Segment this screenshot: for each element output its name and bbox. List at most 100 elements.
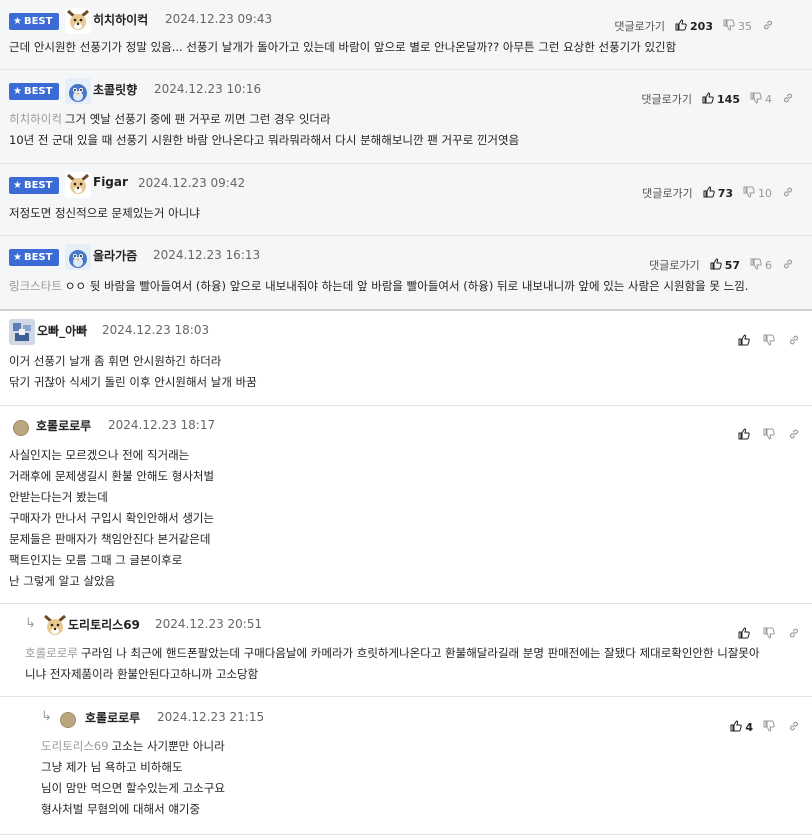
star-icon: ★ bbox=[13, 180, 22, 191]
comment-line: 구매자가 만나서 구입시 확인안해서 생기는 bbox=[9, 511, 215, 525]
downvote-button[interactable] bbox=[763, 334, 778, 349]
link-button[interactable] bbox=[788, 720, 800, 735]
thumbs-up-icon bbox=[702, 91, 714, 107]
author-name[interactable]: 오빠_아빠 bbox=[37, 322, 87, 339]
link-button[interactable] bbox=[788, 428, 800, 443]
comment-line: 난 그렇게 알고 살았음 bbox=[9, 574, 116, 588]
downvote-button[interactable] bbox=[763, 428, 778, 443]
link-button[interactable] bbox=[788, 627, 800, 642]
link-icon bbox=[782, 92, 794, 107]
author-name[interactable]: Figar bbox=[93, 175, 128, 189]
upvote-button[interactable]: 145 bbox=[702, 91, 740, 107]
comment-date: 2024.12.23 18:17 bbox=[108, 418, 216, 432]
link-icon bbox=[788, 334, 800, 349]
author-name[interactable]: 초콜릿향 bbox=[93, 81, 137, 98]
author-name[interactable]: 히치하이컥 bbox=[93, 11, 148, 28]
best-badge: ★ BEST bbox=[9, 177, 59, 194]
best-comment: ★ BEST 올라가즘 2024.12.23 16:13 댓글로가기 57 6 링크스타트 ㅇㅇ… bbox=[0, 236, 812, 311]
comment-actions: 댓글로가기 73 10 bbox=[638, 184, 794, 209]
thumbs-up-icon bbox=[738, 626, 750, 642]
mention-link[interactable]: 호롤로로루 bbox=[25, 646, 78, 660]
comment-line: 호롤로로루 구라임 나 최근에 핸드폰팔았는데 구매다음날에 카메라가 흐릿하게나… bbox=[25, 646, 760, 660]
downvote-button[interactable]: 6 bbox=[750, 258, 772, 273]
mention-link[interactable]: 링크스타트 bbox=[9, 279, 62, 293]
comment-actions bbox=[738, 426, 800, 444]
comment-header: ★ BEST 히치하이컥 2024.12.23 09:43 댓글로가기 203 35 bbox=[0, 8, 812, 42]
comment-date: 2024.12.23 21:15 bbox=[157, 710, 265, 724]
thumbs-up-icon bbox=[738, 427, 750, 443]
comment-body: 사실인지는 모르겠으나 전에 직거래는 거래후에 문제생길시 환불 안해도 형사처… bbox=[9, 445, 806, 592]
comment-line: 형사처벌 무혐의에 대해서 얘기중 bbox=[41, 802, 201, 816]
comment-header: 호롤로로루 2024.12.23 18:17 bbox=[0, 416, 812, 440]
comment: 호롤로로루 2024.12.23 18:17 사실인지는 모르겠으나 전에 직거래는… bbox=[0, 406, 812, 604]
upvote-button[interactable] bbox=[738, 626, 753, 642]
go-to-reply-link[interactable]: 댓글로가기 bbox=[611, 18, 665, 42]
link-icon bbox=[762, 19, 774, 34]
thumbs-up-icon bbox=[738, 333, 750, 349]
link-icon bbox=[788, 627, 800, 642]
upvote-button[interactable]: 73 bbox=[703, 185, 733, 201]
comment: 오빠_아빠 2024.12.23 18:03 이거 선풍기 날개 좀 휘면 안시원하… bbox=[0, 311, 812, 406]
comment-body: 링크스타트 ㅇㅇ 뒷 바람을 빨아들여서 (하융) 앞으로 내보내줘야 하는데 앞… bbox=[9, 276, 806, 297]
bird-avatar[interactable] bbox=[65, 244, 91, 270]
bird-avatar[interactable] bbox=[65, 78, 91, 104]
comment-body: 이거 선풍기 날개 좀 휘면 안시원하긴 하더라 닦기 귀찮아 식세기 돌린 이후… bbox=[9, 351, 806, 393]
dog-avatar[interactable] bbox=[42, 613, 68, 639]
dog-avatar[interactable] bbox=[65, 8, 91, 34]
comment-line: 히치하이컥 그거 옛날 선풍기 중에 팬 거꾸로 끼면 그런 경우 잇더라 bbox=[9, 112, 331, 126]
comment-header: 오빠_아빠 2024.12.23 18:03 bbox=[0, 319, 812, 346]
comment-list: ★ BEST 히치하이컥 2024.12.23 09:43 댓글로가기 203 35 근데 안… bbox=[0, 0, 812, 835]
comment-date: 2024.12.23 18:03 bbox=[102, 323, 210, 337]
downvote-button[interactable]: 10 bbox=[743, 186, 772, 201]
go-to-reply-link[interactable]: 댓글로가기 bbox=[638, 91, 692, 115]
upvote-button[interactable]: 203 bbox=[675, 18, 713, 34]
upvote-button[interactable]: 4 bbox=[730, 719, 753, 735]
go-to-reply-link[interactable]: 댓글로가기 bbox=[638, 185, 693, 209]
comment-body: 호롤로로루 구라임 나 최근에 핸드폰팔았는데 구매다음날에 카메라가 흐릿하게나… bbox=[25, 643, 806, 685]
mention-link[interactable]: 도리토리스69 bbox=[41, 739, 109, 753]
thumbs-up-icon bbox=[703, 185, 715, 201]
reply-arrow-icon: ↳ bbox=[41, 709, 52, 724]
upvote-button[interactable] bbox=[738, 333, 753, 349]
downvote-button[interactable] bbox=[763, 627, 778, 642]
upvote-button[interactable] bbox=[738, 427, 753, 443]
author-name[interactable]: 올라가즘 bbox=[93, 247, 137, 264]
mention-link[interactable]: 히치하이컥 bbox=[9, 112, 62, 126]
best-badge: ★ BEST bbox=[9, 83, 59, 100]
dog-avatar[interactable] bbox=[65, 172, 91, 198]
dot-avatar[interactable] bbox=[13, 420, 29, 436]
comment-date: 2024.12.23 09:43 bbox=[165, 12, 273, 26]
downvote-button[interactable]: 35 bbox=[723, 19, 752, 34]
upvote-button[interactable]: 57 bbox=[710, 257, 740, 273]
downvote-button[interactable] bbox=[763, 720, 778, 735]
comment-line: 근데 안시원한 선풍기가 정말 있음... 선풍기 날개가 돌아가고 있는데 바… bbox=[9, 40, 677, 54]
downvote-button[interactable]: 4 bbox=[750, 92, 772, 107]
link-button[interactable] bbox=[762, 19, 774, 34]
comment-line: 사실인지는 모르겠으나 전에 직거래는 bbox=[9, 448, 190, 462]
comment-header: ★ BEST Figar 2024.12.23 09:42 댓글로가기 73 10 bbox=[0, 172, 812, 209]
best-badge: ★ BEST bbox=[9, 249, 59, 266]
comment-line: 안받는다는거 봤는데 bbox=[9, 490, 108, 504]
go-to-reply-link[interactable]: 댓글로가기 bbox=[645, 257, 700, 281]
comment-header: ↳ 호롤로로루 2024.12.23 21:15 4 bbox=[0, 708, 812, 735]
comment-actions bbox=[738, 332, 800, 350]
link-icon bbox=[782, 258, 794, 273]
comment-date: 2024.12.23 10:16 bbox=[154, 82, 262, 96]
comment-line: 님이 맘만 먹으면 할수있는게 고소구요 bbox=[41, 781, 225, 795]
link-button[interactable] bbox=[782, 258, 794, 273]
author-name[interactable]: 도리토리스69 bbox=[68, 616, 140, 633]
author-name[interactable]: 호롤로로루 bbox=[36, 417, 91, 434]
author-name[interactable]: 호롤로로루 bbox=[85, 709, 140, 726]
pixel-avatar[interactable] bbox=[9, 319, 35, 345]
reply-comment: ↳ 호롤로로루 2024.12.23 21:15 4 도리토리스69 고소는 사기뿐만 아… bbox=[0, 697, 812, 835]
thumbs-down-icon bbox=[743, 186, 755, 201]
comment-line: 저정도면 정신적으로 문제있는거 아니냐 bbox=[9, 206, 200, 220]
dot-avatar[interactable] bbox=[60, 712, 76, 728]
link-button[interactable] bbox=[788, 334, 800, 349]
comment-line: 링크스타트 ㅇㅇ 뒷 바람을 빨아들여서 (하융) 앞으로 내보내줘야 하는데 앞… bbox=[9, 279, 749, 293]
link-button[interactable] bbox=[782, 186, 794, 201]
thumbs-down-icon bbox=[763, 334, 775, 349]
comment-line: 이거 선풍기 날개 좀 휘면 안시원하긴 하더라 bbox=[9, 354, 222, 368]
link-button[interactable] bbox=[782, 92, 794, 107]
comment-actions bbox=[738, 625, 800, 643]
